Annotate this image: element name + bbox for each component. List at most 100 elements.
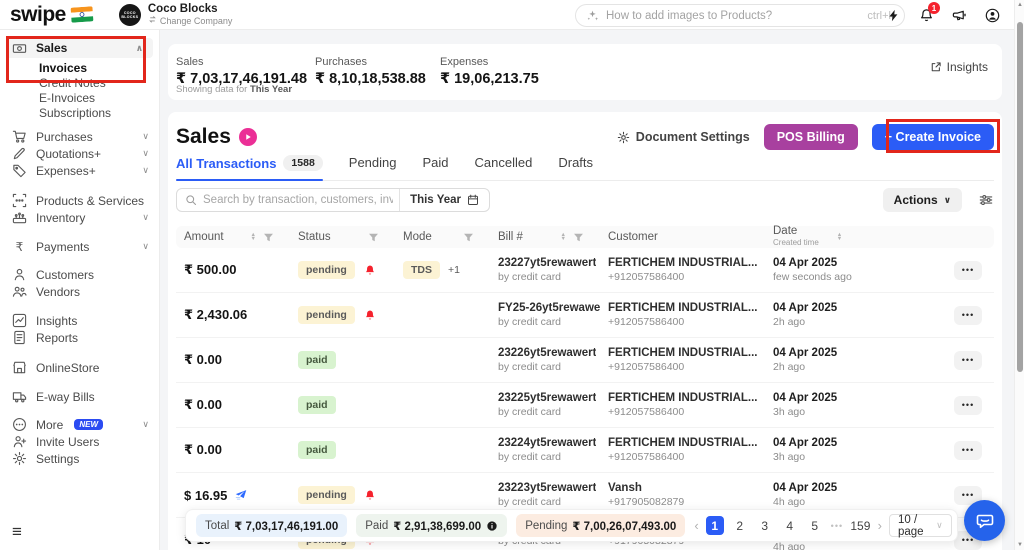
user-account-icon[interactable]: [984, 7, 1000, 23]
filter-funnel-icon[interactable]: [368, 232, 379, 243]
row-menu-button[interactable]: •••: [954, 350, 982, 370]
info-icon[interactable]: [486, 520, 498, 532]
sidebar-item-vendors[interactable]: Vendors: [0, 283, 159, 300]
sidebar-item-insights[interactable]: Insights: [0, 312, 159, 329]
tab-drafts[interactable]: Drafts: [558, 155, 593, 179]
announcements-megaphone-icon[interactable]: [951, 7, 967, 23]
sidebar-item-settings[interactable]: Settings: [0, 450, 159, 467]
sidebar-item-products-services[interactable]: Products & Services: [0, 192, 159, 209]
document-settings-button[interactable]: Document Settings: [617, 130, 750, 144]
period-filter-button[interactable]: This Year: [399, 189, 489, 211]
customer-name[interactable]: FERTICHEM INDUSTRIAL...: [608, 257, 758, 269]
pagination-prev[interactable]: ‹: [694, 518, 698, 533]
sidebar-item-label: Subscriptions: [39, 105, 112, 120]
sidebar-item-invoices[interactable]: Invoices: [0, 60, 159, 75]
bill-number[interactable]: 23227yt5rewawert: [498, 257, 596, 269]
pagination-next[interactable]: ›: [878, 518, 882, 533]
global-search-input[interactable]: [606, 9, 861, 22]
status-cell: pending: [290, 261, 395, 279]
customer-cell: FERTICHEM INDUSTRIAL... +912057586400: [600, 257, 765, 283]
sidebar-item-payments[interactable]: ₹ Payments ∨: [0, 238, 159, 255]
quick-actions-icon[interactable]: [885, 7, 901, 23]
table-row[interactable]: ₹ 2,430.06 pending FY25-26yt5rewawert1 by c…: [176, 293, 994, 338]
sidebar-collapse-icon[interactable]: ≡: [12, 522, 22, 542]
pagination-page-4[interactable]: 4: [781, 516, 799, 535]
pagination-page-2[interactable]: 2: [731, 516, 749, 535]
amount-cell: ₹ 500.00: [176, 262, 290, 278]
customer-name[interactable]: FERTICHEM INDUSTRIAL...: [608, 437, 758, 449]
bill-number[interactable]: 23223yt5rewawert: [498, 482, 596, 494]
scrollbar-thumb[interactable]: [1017, 22, 1023, 372]
tab-all-transactions[interactable]: All Transactions 1588: [176, 155, 323, 181]
pagination-page-3[interactable]: 3: [756, 516, 774, 535]
sort-icon[interactable]: ▲ ▼: [251, 232, 256, 242]
pagination-page-1[interactable]: 1: [705, 516, 724, 535]
sidebar-item-e-way-bills[interactable]: E-way Bills: [0, 388, 159, 405]
tab-pending[interactable]: Pending: [349, 155, 397, 179]
sidebar-item-quotations-[interactable]: Quotations+ ∨: [0, 145, 159, 162]
pagination-page-5[interactable]: 5: [806, 516, 824, 535]
bill-number[interactable]: 23224yt5rewawert: [498, 437, 596, 449]
table-row[interactable]: ₹ 0.00 paid 23225yt5rewawert by credit card…: [176, 383, 994, 428]
bill-number[interactable]: FY25-26yt5rewawert1: [498, 302, 600, 314]
row-menu-button[interactable]: •••: [954, 260, 982, 280]
transaction-search-group: This Year: [176, 188, 490, 212]
actions-dropdown-button[interactable]: Actions ∨: [882, 188, 962, 212]
tab-paid[interactable]: Paid: [423, 155, 449, 179]
tab-cancelled[interactable]: Cancelled: [475, 155, 533, 179]
sidebar-item-subscriptions[interactable]: Subscriptions: [0, 105, 159, 120]
payment-reminder-bell-icon[interactable]: [364, 264, 376, 277]
change-company-link[interactable]: Change Company: [148, 15, 232, 26]
create-invoice-button[interactable]: + Create Invoice: [871, 124, 994, 150]
customer-name[interactable]: FERTICHEM INDUSTRIAL...: [608, 392, 758, 404]
filter-funnel-icon[interactable]: [263, 232, 274, 243]
global-search[interactable]: ctrl+k: [575, 4, 905, 27]
notifications-bell-icon[interactable]: 1: [918, 2, 940, 23]
column-header-label: Status: [298, 231, 331, 243]
row-menu-button[interactable]: •••: [954, 395, 982, 415]
payment-reminder-bell-icon[interactable]: [364, 489, 376, 502]
customer-name[interactable]: FERTICHEM INDUSTRIAL...: [608, 347, 758, 359]
stat-sales: Sales ₹ 7,03,17,46,191.48: [176, 56, 315, 87]
filter-funnel-icon[interactable]: [573, 232, 584, 243]
payment-reminder-bell-icon[interactable]: [364, 309, 376, 322]
sidebar-item-more[interactable]: More NEW ∨: [0, 416, 159, 433]
table-row[interactable]: ₹ 500.00 pending TDS +1 23227yt5rewawert by c…: [176, 248, 994, 293]
pos-billing-button[interactable]: POS Billing: [763, 124, 858, 150]
sidebar-item-invite-users[interactable]: Invite Users: [0, 433, 159, 450]
column-settings-icon[interactable]: [978, 193, 994, 207]
bill-number[interactable]: 23226yt5rewawert: [498, 347, 596, 359]
pagination-page-159[interactable]: 159: [850, 516, 871, 535]
sidebar-item-purchases[interactable]: Purchases ∨: [0, 128, 159, 145]
sort-icon[interactable]: ▲ ▼: [837, 232, 842, 242]
sidebar-item-reports[interactable]: Reports: [0, 329, 159, 346]
row-menu-button[interactable]: •••: [954, 305, 982, 325]
page-scrollbar[interactable]: ▲ ▼: [1014, 0, 1024, 550]
scroll-down-arrow[interactable]: ▼: [1015, 542, 1024, 548]
table-row[interactable]: ₹ 0.00 paid 23224yt5rewawert by credit card…: [176, 428, 994, 473]
date-cell: 04 Apr 2025 2h ago: [765, 347, 920, 373]
insights-link[interactable]: Insights: [930, 60, 988, 74]
chat-support-button[interactable]: [964, 500, 1005, 541]
sort-icon[interactable]: ▲ ▼: [561, 232, 566, 242]
page-size-select[interactable]: 10 / page ∨: [889, 514, 952, 538]
table-row[interactable]: ₹ 0.00 paid 23226yt5rewawert by credit card…: [176, 338, 994, 383]
sidebar-item-sales[interactable]: Sales ∧: [6, 38, 153, 58]
row-menu-button[interactable]: •••: [954, 440, 982, 460]
pagination-ellipsis[interactable]: •••: [831, 521, 843, 531]
company-switcher[interactable]: COCO BLOCKS Coco Blocks Change Company: [118, 3, 232, 26]
filter-funnel-icon[interactable]: [463, 232, 474, 243]
customer-name[interactable]: FERTICHEM INDUSTRIAL...: [608, 302, 758, 314]
sidebar-item-expenses-[interactable]: Expenses+ ∨: [0, 162, 159, 179]
sidebar-item-inventory[interactable]: Inventory ∨: [0, 209, 159, 226]
customer-name[interactable]: Vansh: [608, 482, 684, 494]
sidebar-item-onlinestore[interactable]: OnlineStore: [0, 359, 159, 376]
transaction-search-input[interactable]: [197, 194, 400, 206]
bill-number[interactable]: 23225yt5rewawert: [498, 392, 596, 404]
sidebar-item-credit-notes[interactable]: Credit Notes: [0, 75, 159, 90]
sidebar-item-e-invoices[interactable]: E-Invoices: [0, 90, 159, 105]
company-name: Coco Blocks: [147, 3, 218, 15]
sidebar-item-customers[interactable]: Customers: [0, 266, 159, 283]
tutorial-play-icon[interactable]: [238, 128, 257, 146]
scroll-up-arrow[interactable]: ▲: [1015, 2, 1024, 8]
